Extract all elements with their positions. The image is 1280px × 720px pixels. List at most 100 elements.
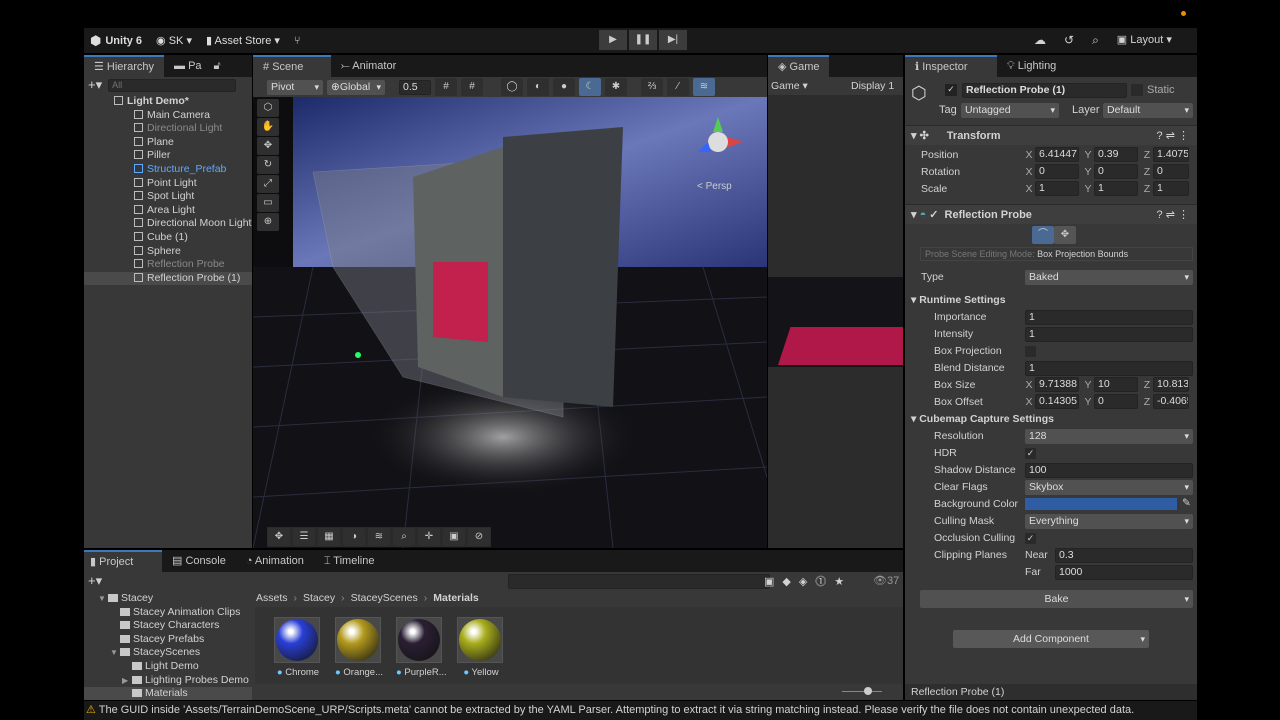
tab-packages[interactable]: ▬ Pa [164,55,212,77]
pivot-dropdown[interactable]: Pivot [267,79,323,95]
camera-icon[interactable]: ▣ [443,528,465,546]
material-asset[interactable]: ● Yellow [457,617,505,678]
breadcrumb-item[interactable]: Stacey [303,592,335,604]
grid-icon[interactable]: ▦ [318,528,340,546]
hierarchy-item[interactable]: Directional Light [84,122,252,136]
asset-store-button[interactable]: ▮ Asset Store ▾ [206,34,280,47]
play-button[interactable]: ▶ [599,30,627,50]
wireframe-icon[interactable]: ◯ [501,78,523,96]
2d-icon[interactable]: ⅔ [641,78,663,96]
tab-project[interactable]: ▮ Project [84,550,162,572]
icon-size-slider[interactable] [842,687,882,695]
folder-item[interactable]: Stacey Prefabs [84,633,252,647]
near-field[interactable]: 0.3 [1055,548,1193,563]
vector-z-field[interactable]: 1 [1153,181,1189,196]
folder-item[interactable]: Materials [84,687,252,700]
edit-bounds-icon[interactable]: ⌒ [1032,226,1054,244]
vector-y-field[interactable]: 0 [1094,164,1138,179]
lock-icon[interactable]: 🔓︎ [212,55,223,77]
tab-scene[interactable]: # Scene [253,55,331,77]
debug-icon[interactable]: ✱ [605,78,627,96]
status-bar[interactable]: ⚠ The GUID inside 'Assets/TerrainDemoSce… [84,701,1197,720]
vector-z-field[interactable]: 10.8131 [1153,377,1189,392]
folder-item[interactable]: Stacey Characters [84,619,252,633]
grid-snap-icon[interactable]: # [435,78,457,96]
bake-button[interactable]: Bake [920,590,1193,608]
snap-field[interactable]: 0.5 [399,79,431,95]
filter-icons[interactable]: ▣◆◈⓵★ [764,573,852,589]
resolution-dropdown[interactable]: 128 [1025,429,1193,444]
hierarchy-item[interactable]: Reflection Probe (1) [84,271,252,286]
vector-y-field[interactable]: 0.39 [1094,147,1138,162]
folder-item[interactable]: ▼ Stacey [84,592,252,606]
scale-tool-icon[interactable]: ⤢ [257,175,279,193]
hierarchy-search-input[interactable] [108,78,237,92]
runtime-settings-foldout[interactable]: ▾ Runtime Settings [911,294,1006,306]
pause-button[interactable]: ❚❚ [629,30,657,50]
component-menu-icons[interactable]: ? ⇌ ⋮ [1157,126,1189,146]
hierarchy-item[interactable]: Main Camera [84,109,252,123]
material-asset[interactable]: ● Chrome [274,617,322,678]
occlusion-culling-checkbox[interactable]: ✓ [1025,533,1036,544]
hierarchy-item[interactable]: Reflection Probe [84,258,252,272]
clear-flags-dropdown[interactable]: Skybox [1025,480,1193,495]
create-button[interactable]: +▾ [88,573,102,589]
layers-icon[interactable]: ≋ [368,528,390,546]
folder-item[interactable]: ▼ StaceyScenes [84,646,252,660]
vector-x-field[interactable]: 0 [1035,164,1079,179]
hierarchy-item[interactable]: Directional Moon Light [84,217,252,231]
grid-icon[interactable]: # [461,78,483,96]
sphere-icon[interactable]: ◑ [343,528,365,546]
search-icon[interactable]: ⌕ [1092,33,1099,48]
eyedropper-icon[interactable]: ✎ [1182,497,1191,509]
far-field[interactable]: 1000 [1055,565,1193,580]
expand-arrow[interactable]: ▼ [98,592,108,606]
compass-icon[interactable]: ⊘ [468,528,490,546]
add-component-button[interactable]: Add Component [953,630,1149,648]
zoom-icon[interactable]: ⌕ [393,528,415,546]
step-button[interactable]: ▶| [659,30,687,50]
vector-y-field[interactable]: 0 [1094,394,1138,409]
view-tool-icon[interactable]: ⬡ [257,99,279,117]
hierarchy-item[interactable]: Cube (1) [84,231,252,245]
type-dropdown[interactable]: Baked [1025,270,1193,285]
transform-header[interactable]: ▾ ✣ Transform? ⇌ ⋮ [905,125,1197,145]
breadcrumb-item[interactable]: Assets [256,592,288,604]
vector-y-field[interactable]: 10 [1094,377,1138,392]
box-projection-checkbox[interactable] [1025,346,1036,357]
shaded-icon[interactable]: ● [553,78,575,96]
edit-origin-icon[interactable]: ✥ [1054,226,1076,244]
hdr-checkbox[interactable]: ✓ [1025,448,1036,459]
material-asset[interactable]: ● Orange... [335,617,383,678]
folder-item[interactable]: Light Demo [84,660,252,674]
tab-animation[interactable]: ◔ Animation [236,550,314,572]
static-checkbox[interactable] [1131,84,1143,96]
vector-x-field[interactable]: 0.14305 [1035,394,1079,409]
hand-tool-icon[interactable]: ✋ [257,118,279,136]
active-checkbox[interactable]: ✓ [945,84,957,96]
vector-x-field[interactable]: 1 [1035,181,1079,196]
rotate-tool-icon[interactable]: ↻ [257,156,279,174]
blend-distance-field[interactable]: 1 [1025,361,1193,376]
folder-item[interactable]: Stacey Animation Clips [84,606,252,620]
reflection-probe-header[interactable]: ▾ ◓ ✓ Reflection Probe? ⇌ ⋮ [905,204,1197,224]
importance-field[interactable]: 1 [1025,310,1193,325]
expand-arrow[interactable]: ▶ [122,674,132,688]
cubemap-settings-foldout[interactable]: ▾ Cubemap Capture Settings [911,413,1054,425]
vector-z-field[interactable]: 0 [1153,164,1189,179]
scene-viewport[interactable]: < Persp [253,97,767,548]
layout-dropdown[interactable]: ▣ Layout ▾ [1117,33,1172,48]
component-menu-icons[interactable]: ? ⇌ ⋮ [1157,205,1189,225]
shadow-distance-field[interactable]: 100 [1025,463,1193,478]
hierarchy-item[interactable]: Structure_Prefab [84,163,252,177]
breadcrumb-item[interactable]: Materials [433,592,479,604]
vector-x-field[interactable]: 9.71388 [1035,377,1079,392]
hierarchy-item[interactable]: Light Demo* [84,95,252,109]
audio-icon[interactable]: ⁄ [667,78,689,96]
tab-inspector[interactable]: ℹ Inspector [905,55,997,77]
expand-arrow[interactable]: ▼ [110,646,120,660]
game-mode-dropdown[interactable]: Game ▾ [771,80,843,92]
move-tool-icon[interactable]: ✥ [257,137,279,155]
cloud-icon[interactable]: ☁ [1034,33,1046,48]
hierarchy-item[interactable]: Area Light [84,204,252,218]
